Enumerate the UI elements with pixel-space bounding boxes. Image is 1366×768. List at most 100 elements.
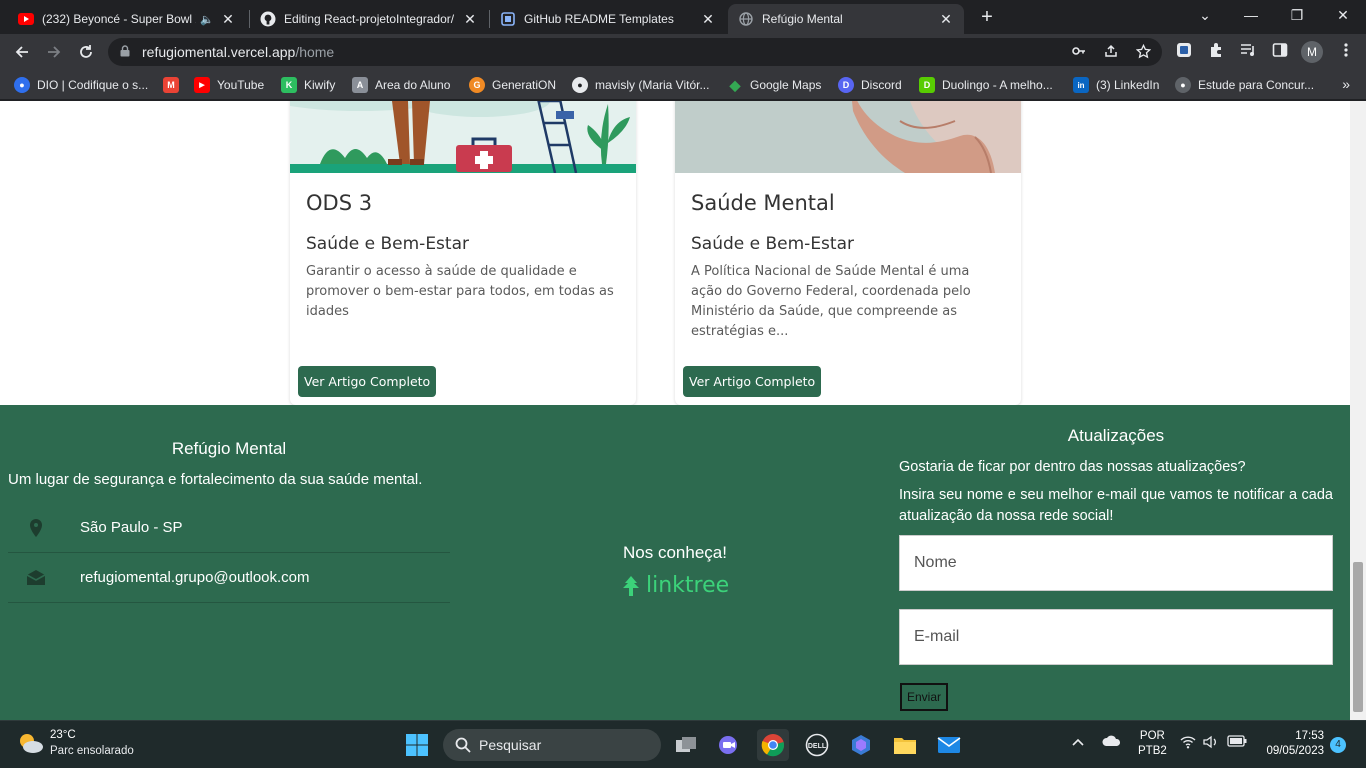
weather-condition[interactable]: Parc ensolarado [50,745,134,757]
partly-sunny-icon[interactable] [16,731,44,755]
bookmark-youtube[interactable]: ▶ YouTube [194,76,264,94]
media-queue-icon[interactable] [1238,42,1258,62]
minimize-button[interactable]: — [1228,0,1274,30]
onedrive-icon[interactable] [1102,735,1122,750]
restore-button[interactable]: ❐ [1274,0,1320,30]
tab-refugio-mental[interactable]: Refúgio Mental ✕ [728,4,964,34]
clock-date: 09/05/2023 [1266,745,1324,757]
tab-title: Refúgio Mental [762,12,843,26]
taskbar-search[interactable]: Pesquisar [443,729,661,761]
mail-icon [937,737,961,753]
system-clock[interactable]: 17:53 09/05/2023 [1258,729,1324,759]
bookmark-google-maps[interactable]: ◆ Google Maps [727,76,822,94]
bookmark-kiwify[interactable]: K Kiwify [281,76,335,94]
reload-button[interactable] [74,40,98,64]
share-icon[interactable] [1102,44,1120,62]
bookmark-star-icon[interactable] [1134,43,1152,62]
bookmark-label: Area do Aluno [375,78,451,92]
bookmark-discord[interactable]: D Discord [838,76,902,94]
back-button[interactable] [10,40,34,64]
maps-pin-icon: ◆ [729,76,741,93]
wifi-icon[interactable] [1180,735,1196,752]
bookmark-linkedin[interactable]: in (3) LinkedIn [1073,76,1159,94]
page-scrollbar[interactable] [1350,101,1366,720]
hexagon-app-icon [852,735,870,755]
bookmarks-overflow-button[interactable]: » [1342,76,1350,92]
tab-title: GitHub README Templates [524,12,674,26]
email-field[interactable] [899,609,1333,665]
teams-chat-button[interactable] [713,729,745,761]
notification-badge[interactable]: 4 [1330,737,1346,753]
footer-location: São Paulo - SP [80,519,183,536]
file-explorer-button[interactable] [889,729,921,761]
kiwify-icon: K [281,77,297,93]
tab-search-button[interactable]: ⌄ [1182,0,1228,30]
footer-meet-us: Nos conheça! [623,543,727,562]
updates-description: Insira seu nome e seu melhor e-mail que … [899,487,1333,524]
bookmark-area-do-aluno[interactable]: A Area do Aluno [352,76,450,94]
article-card-saude-mental: Saúde Mental Saúde e Bem-Estar A Polític… [675,101,1021,405]
bookmark-mavisly[interactable]: ● mavisly (Maria Vitór... [572,76,709,94]
card-description: Garantir o acesso à saúde de qualidade e… [306,264,614,319]
side-panel-icon[interactable] [1270,42,1290,62]
language-code: POR [1139,730,1165,742]
audio-playing-icon[interactable]: 🔈 [200,13,214,26]
read-full-article-button[interactable]: Ver Artigo Completo [298,366,437,397]
close-window-button[interactable]: ✕ [1320,0,1366,30]
close-tab-icon[interactable]: ✕ [938,11,954,28]
task-view-button[interactable] [670,729,702,761]
linktree-link[interactable]: linktree [620,573,729,598]
new-tab-button[interactable]: + [976,6,998,28]
chrome-taskbar-button[interactable] [757,729,789,761]
start-button[interactable] [401,729,433,761]
send-button[interactable]: Enviar [900,683,948,711]
address-bar[interactable]: refugiomental.vercel.app/home [108,38,1162,66]
more-menu-icon[interactable] [1336,42,1356,62]
read-full-article-button[interactable]: Ver Artigo Completo [683,366,822,397]
profile-avatar[interactable]: M [1301,41,1323,63]
close-tab-icon[interactable]: ✕ [700,11,716,28]
key-icon[interactable] [1070,44,1088,62]
close-tab-icon[interactable]: ✕ [462,11,478,28]
weather-temperature[interactable]: 23°C [50,729,76,741]
svg-text:DELL: DELL [808,743,827,750]
chevron-up-icon [1072,738,1084,746]
volume-icon[interactable] [1203,735,1219,752]
scrollbar-thumb[interactable] [1353,562,1363,712]
tab-youtube-beyonce[interactable]: (232) Beyoncé - Super Bowl X 🔈 ✕ [8,4,246,34]
search-icon [455,737,471,753]
generation-icon: G [469,77,485,93]
tab-github-readme-templates[interactable]: GitHub README Templates ✕ [490,4,726,34]
bookmark-label: (3) LinkedIn [1096,78,1160,92]
bookmark-dio[interactable]: ● DIO | Codifique o s... [14,76,148,94]
linkedin-icon: in [1073,77,1089,93]
close-tab-icon[interactable]: ✕ [220,11,236,28]
extensions-puzzle-icon[interactable] [1206,42,1226,62]
bookmark-duolingo[interactable]: D Duolingo - A melho... [919,76,1053,94]
dell-app-button[interactable]: DELL [801,729,833,761]
bookmark-generation[interactable]: G GeneratiON [469,76,556,94]
extension-shield-icon[interactable] [1174,42,1194,62]
input-language-indicator[interactable]: POR PTB2 [1138,729,1167,759]
show-hidden-icons-button[interactable] [1072,735,1084,750]
linktree-icon [623,575,639,596]
mail-app-button[interactable] [933,729,965,761]
github-icon: ● [572,77,588,93]
tab-github-editing[interactable]: Editing React-projetoIntegrador/ ✕ [250,4,488,34]
name-field[interactable] [899,535,1333,591]
windows-taskbar: 23°C Parc ensolarado Pesquisar DELL POR … [0,720,1366,768]
github-icon [260,11,276,27]
bookmark-gmail[interactable]: M [163,76,186,94]
globe-icon: ● [1175,77,1191,93]
battery-icon[interactable] [1227,735,1247,750]
task-view-icon [676,737,696,752]
forward-button[interactable] [42,40,66,64]
footer-email-row: refugiomental.grupo@outlook.com [8,554,450,603]
footer-email[interactable]: refugiomental.grupo@outlook.com [80,569,310,586]
bookmark-estude-concursos[interactable]: ● Estude para Concur... [1175,76,1314,94]
card-description: A Política Nacional de Saúde Mental é um… [691,264,971,339]
copilot-app-button[interactable] [845,729,877,761]
footer-location-row: São Paulo - SP [8,504,450,553]
card-title: Saúde Mental [691,191,835,215]
bookmark-label: Estude para Concur... [1198,78,1315,92]
